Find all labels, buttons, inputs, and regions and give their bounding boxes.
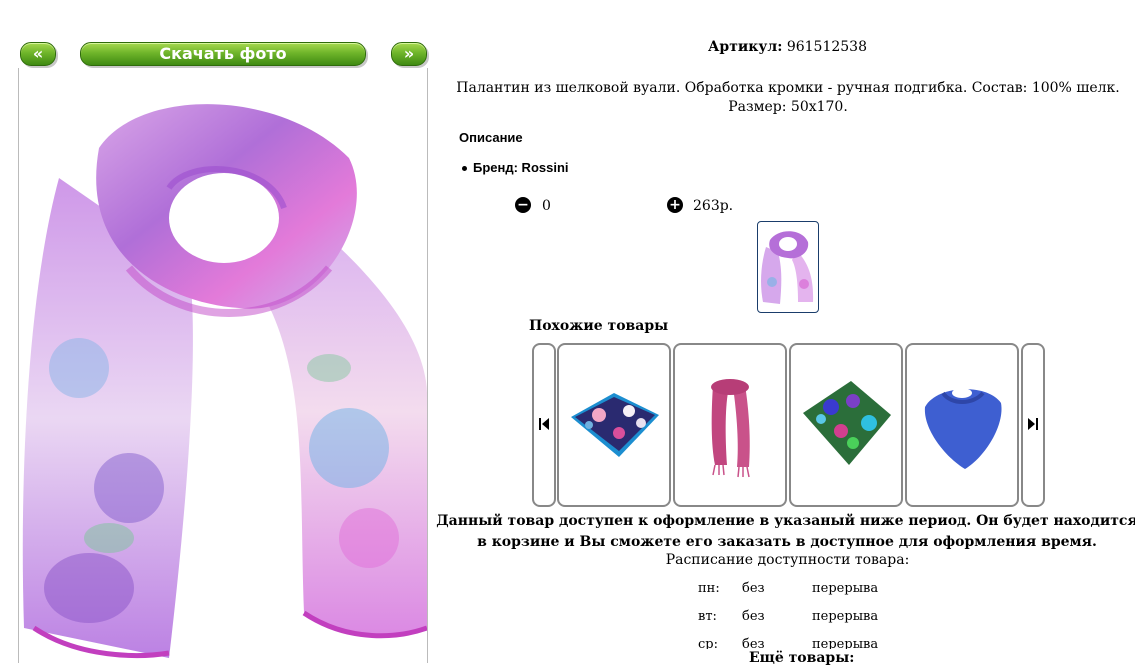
schedule-title: Расписание доступности товара: [665,552,910,568]
skip-forward-icon [1028,418,1038,430]
schedule-value: перерыва [812,637,879,649]
carousel-prev-button[interactable] [532,343,556,507]
thumbnail-scarf-image [761,231,814,304]
prev-photo-button[interactable]: « [20,42,56,66]
schedule-day: пн: [698,581,720,596]
similar-item-1[interactable] [557,343,671,507]
scarf-image [22,104,427,658]
quantity-value: 0 [542,198,551,214]
plus-icon[interactable]: + [667,197,683,213]
download-photo-button[interactable]: Скачать фото [80,42,366,66]
minus-icon[interactable]: − [515,197,531,213]
schedule-day: вт: [698,609,717,624]
similar-item-3[interactable] [789,343,903,507]
scarf-blue-image [924,388,1002,469]
brand-item: Бренд: Rossini [462,160,569,175]
skip-back-icon [539,418,549,430]
schedule-value: перерыва [812,609,879,624]
brand-text: Бренд: Rossini [473,160,569,175]
more-products-title: Ещё товары: [749,650,855,666]
next-photo-button[interactable]: » [391,42,427,66]
carousel-next-button[interactable] [1021,343,1045,507]
bullet-icon [462,166,467,172]
similar-item-2[interactable] [673,343,787,507]
sku-label: Артикул: [708,39,783,55]
scarf-blue-floral-image [571,393,659,457]
price: 263р. [693,198,734,214]
scarf-pink-image [711,379,750,478]
scarf-green-floral-image [803,381,891,465]
schedule-value: без [742,637,765,649]
product-photo [18,68,428,663]
schedule-value: без [742,581,765,596]
schedule-value: перерыва [812,581,879,596]
section-title-description: Описание [459,130,523,145]
schedule-day: ср: [698,637,718,649]
photo-thumbnail[interactable] [757,221,819,313]
similar-item-4[interactable] [905,343,1019,507]
sku-value: 961512538 [786,39,867,55]
similar-products-title: Похожие товары [529,318,669,334]
schedule-value: без [742,609,765,624]
availability-notice: Данный товар доступен к оформление в ука… [436,513,1135,550]
product-description: Палантин из шелковой вуали. Обработка кр… [456,80,1120,115]
sku: Артикул: 961512538 [440,39,1135,55]
